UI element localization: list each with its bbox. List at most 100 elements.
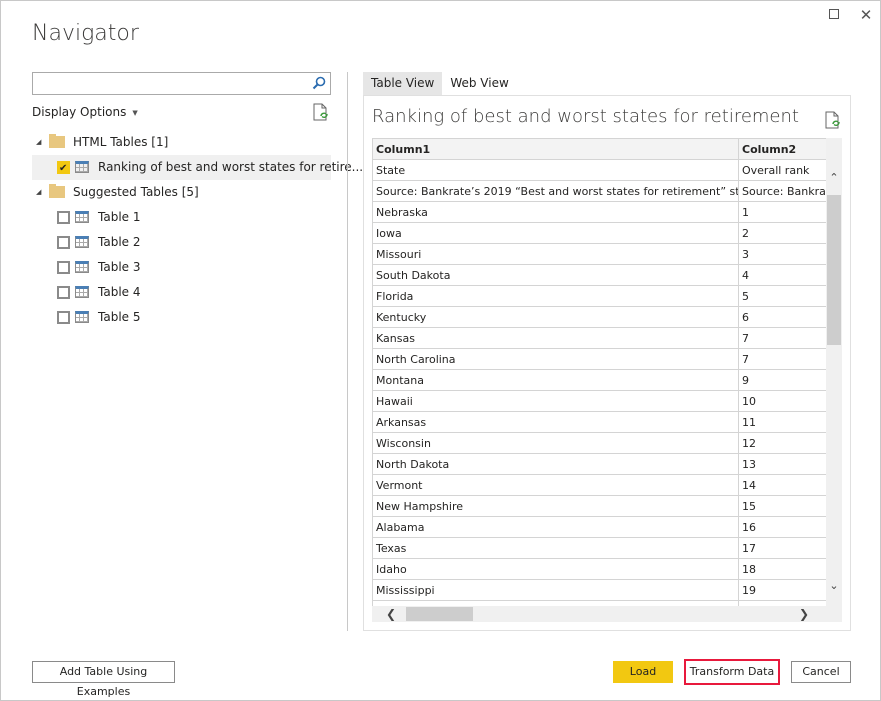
table-row: Alabama 16 — [372, 516, 826, 538]
scroll-up-icon[interactable]: ⌃ — [826, 171, 842, 184]
table-cell: 7 — [738, 327, 826, 349]
table-row: Florida 5 — [372, 285, 826, 307]
table-cell: 19 — [738, 579, 826, 601]
column-header[interactable]: Column2 — [738, 138, 826, 160]
table-cell: Montana — [372, 369, 739, 391]
table-cell: Nebraska — [372, 201, 739, 223]
tab-web-view[interactable]: Web View — [442, 72, 516, 95]
refresh-icon[interactable] — [313, 103, 329, 121]
checkbox[interactable] — [57, 211, 70, 224]
display-options-dropdown[interactable]: Display Options ▼ — [32, 105, 138, 119]
table-cell: North Dakota — [372, 453, 739, 475]
chevron-down-icon: ▼ — [132, 108, 138, 117]
table-cell: Wisconsin — [372, 432, 739, 454]
tree-folder-html-tables[interactable]: ◢ HTML Tables [1] — [32, 130, 331, 155]
vertical-scroll-thumb[interactable] — [827, 195, 841, 345]
table-cell: Texas — [372, 537, 739, 559]
table-cell: New Hampshire — [372, 495, 739, 517]
tree-item-table-3[interactable]: Table 3 — [32, 255, 331, 280]
table-cell: South Dakota — [372, 264, 739, 286]
search-input[interactable] — [33, 73, 303, 94]
tree-item-label: Table 2 — [98, 235, 141, 249]
table-cell: 16 — [738, 516, 826, 538]
table-cell: Overall rank — [738, 159, 826, 181]
table-icon — [75, 311, 89, 323]
expand-triangle-icon[interactable]: ◢ — [36, 180, 41, 205]
table-row: Source: Bankrate’s 2019 “Best and worst … — [372, 180, 826, 202]
table-cell: Source: Bankrate’s 2019 “Best and worst … — [738, 180, 826, 202]
tree-item-table-2[interactable]: Table 2 — [32, 230, 331, 255]
table-cell: 1 — [738, 201, 826, 223]
table-cell: 2 — [738, 222, 826, 244]
table-cell: Florida — [372, 285, 739, 307]
preview-title: Ranking of best and worst states for ret… — [372, 106, 799, 127]
table-row: Mississippi 19 — [372, 579, 826, 601]
table-row: Texas 17 — [372, 537, 826, 559]
checkbox[interactable] — [57, 311, 70, 324]
scroll-left-icon[interactable]: ❮ — [386, 606, 396, 622]
table-row: Wisconsin 12 — [372, 432, 826, 454]
tab-table-view[interactable]: Table View — [363, 72, 443, 95]
table-cell: Kentucky — [372, 306, 739, 328]
tree-item-label: Table 1 — [98, 210, 141, 224]
tree-item-table-4[interactable]: Table 4 — [32, 280, 331, 305]
checkbox[interactable] — [57, 261, 70, 274]
maximize-icon[interactable] — [827, 7, 843, 23]
table-row: Montana 9 — [372, 369, 826, 391]
table-row: South Dakota 4 — [372, 264, 826, 286]
refresh-icon[interactable] — [825, 111, 841, 129]
table-icon — [75, 261, 89, 273]
vertical-scrollbar[interactable]: ⌃ ⌄ — [826, 159, 842, 606]
table-cell: 17 — [738, 537, 826, 559]
table-icon — [75, 161, 89, 173]
table-cell: Vermont — [372, 474, 739, 496]
preview-pane: Ranking of best and worst states for ret… — [363, 95, 851, 631]
table-row: Vermont 14 — [372, 474, 826, 496]
tree-item-table-1[interactable]: Table 1 — [32, 205, 331, 230]
table-cell: Hawaii — [372, 390, 739, 412]
close-icon[interactable]: ✕ — [858, 7, 874, 23]
table-row: State Overall rank — [372, 159, 826, 181]
horizontal-scroll-thumb[interactable] — [406, 607, 473, 621]
load-button[interactable]: Load — [613, 661, 673, 683]
cancel-button[interactable]: Cancel — [791, 661, 851, 683]
transform-data-button[interactable]: Transform Data — [684, 659, 780, 685]
checkbox[interactable] — [57, 286, 70, 299]
dialog-title: Navigator — [32, 21, 139, 46]
table-row: Kansas 7 — [372, 327, 826, 349]
folder-icon — [49, 184, 65, 198]
column-header[interactable]: Column1 — [372, 138, 739, 160]
add-table-using-examples-button[interactable]: Add Table Using Examples — [32, 661, 175, 698]
horizontal-scrollbar[interactable]: ❮ ❯ — [372, 606, 826, 622]
table-cell: 9 — [738, 369, 826, 391]
table-cell: Mississippi — [372, 579, 739, 601]
table-cell: North Carolina — [372, 348, 739, 370]
table-row: New Hampshire 15 — [372, 495, 826, 517]
pane-divider[interactable] — [347, 72, 348, 631]
table-cell: Idaho — [372, 558, 739, 580]
checkbox[interactable] — [57, 156, 70, 181]
tree-folder-suggested-tables[interactable]: ◢ Suggested Tables [5] — [32, 180, 331, 205]
table-row: Kentucky 6 — [372, 306, 826, 328]
scroll-right-icon[interactable]: ❯ — [799, 606, 809, 622]
search-icon[interactable] — [312, 76, 326, 90]
checkbox[interactable] — [57, 236, 70, 249]
expand-triangle-icon[interactable]: ◢ — [36, 130, 41, 155]
table-cell: 14 — [738, 474, 826, 496]
table-cell: 3 — [738, 243, 826, 265]
tree-item-ranking-table[interactable]: Ranking of best and worst states for ret… — [32, 155, 363, 181]
navigator-dialog: Navigator ✕ Display Options ▼ ◢ HTML Tabl… — [0, 0, 881, 701]
table-cell: 7 — [738, 348, 826, 370]
scroll-down-icon[interactable]: ⌄ — [826, 579, 842, 592]
table-cell: Alabama — [372, 516, 739, 538]
tree-item-table-5[interactable]: Table 5 — [32, 305, 331, 330]
table-cell: Arkansas — [372, 411, 739, 433]
display-options-label: Display Options — [32, 105, 127, 119]
table-row: Idaho 18 — [372, 558, 826, 580]
table-row: Missouri 3 — [372, 243, 826, 265]
table-cell: Source: Bankrate’s 2019 “Best and worst … — [372, 180, 739, 202]
folder-icon — [49, 134, 65, 148]
tree-item-label: Table 5 — [98, 310, 141, 324]
folder-label: Suggested Tables [5] — [73, 185, 199, 199]
table-row: North Dakota 13 — [372, 453, 826, 475]
